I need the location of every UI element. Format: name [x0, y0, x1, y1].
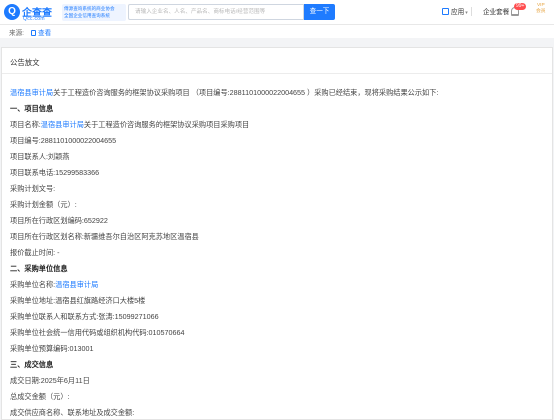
intro-buyer-link[interactable]: 温宿县审计局 [10, 88, 53, 97]
buyer-name-label: 采购单位名称: [10, 280, 56, 289]
project-name-buyer-link[interactable]: 温宿县审计局 [41, 120, 84, 129]
source-label: 来源: [9, 30, 25, 37]
chevron-down-icon: ▾ [465, 10, 468, 16]
logo-subtext: Qcc.com [23, 16, 45, 22]
project-contact: 项目联系人:刘颖燕 [10, 152, 70, 161]
plan-amount: 采购计划金额（元）: [10, 200, 77, 209]
deal-amount: 总成交金额（元）: [10, 392, 70, 401]
intro-line: 温宿县审计局关于工程造价咨询服务的框架协议采购项目 （项目编号:28811010… [10, 88, 438, 98]
app-grid-icon [442, 8, 449, 15]
buyer-credit-code: 采购单位社会统一信用代码或组织机构代码:010570664 [10, 328, 185, 337]
buyer-address: 采购单位地址:温宿县红旗路经济口大楼5楼 [10, 296, 146, 305]
section-buyer-info: 二、采购单位信息 [10, 264, 68, 273]
slogan-banner: 傅源查询系统的商业协会 全国企业信用查询系统 [62, 4, 126, 21]
quote-deadline: 报价截止时间: - [10, 248, 60, 257]
logo-mark-icon: Q [4, 4, 20, 20]
nav-divider [471, 7, 472, 16]
region-code: 项目所在行政区划编码:652922 [10, 216, 108, 225]
source-view-link[interactable]: 查看 [31, 27, 51, 37]
notification-badge: 99+ [514, 3, 527, 10]
intro-text: 关于工程造价咨询服务的框架协议采购项目 （项目编号:28811010000220… [53, 88, 439, 97]
qcc-logo[interactable]: Q 企查查 Qcc.com [4, 3, 60, 22]
source-view-label: 查看 [38, 30, 52, 37]
source-bar: 来源: 查看 [0, 25, 554, 38]
nav-enterprise-suite[interactable]: 企业套餐 [483, 6, 509, 16]
panel-title: 公告放文 [10, 58, 40, 67]
vip-member-icon[interactable]: VIP 会员 [536, 3, 546, 15]
announcement-panel: 公告放文 温宿县审计局关于工程造价咨询服务的框架协议采购项目 （项目编号:288… [1, 47, 553, 420]
deal-date: 成交日期:2025年6月11日 [10, 376, 90, 385]
search-button[interactable]: 查一下 [304, 4, 335, 20]
document-icon [31, 30, 36, 36]
nav-app-menu[interactable]: 应用▾ [442, 6, 468, 16]
buyer-name-link[interactable]: 温宿县审计局 [55, 280, 98, 289]
plan-document-number: 采购计划文号: [10, 184, 56, 193]
project-name-text: 关于工程造价咨询服务的框架协议采购项目采购项目 [83, 120, 250, 129]
search-input[interactable]: 请输入企业名、人名、产品名、商标电话/经营范围等 [128, 4, 304, 20]
vip-member-label: 会员 [536, 9, 546, 14]
buyer-budget-code: 采购单位预算编码:013001 [10, 344, 94, 353]
buyer-name-line: 采购单位名称:温宿县审计局 [10, 280, 98, 290]
project-phone: 项目联系电话:15299583366 [10, 168, 100, 177]
nav-app-label: 应用 [451, 9, 465, 16]
deal-supplier: 成交供应商名称、联系地址及成交金额: [10, 408, 135, 417]
project-name-line: 项目名称:温宿县审计局关于工程造价咨询服务的框架协议采购项目采购项目 [10, 120, 249, 130]
buyer-contact: 采购单位联系人和联系方式:张涛:15099271066 [10, 312, 159, 321]
slogan-line-2: 全国企业信用查询系统 [64, 13, 110, 18]
section-project-info: 一、项目信息 [10, 104, 54, 113]
region-name: 项目所在行政区划名称:新疆维吾尔自治区阿克苏地区温宿县 [10, 232, 199, 241]
project-name-label: 项目名称: [10, 120, 41, 129]
slogan-line-1: 傅源查询系统的商业协会 [64, 6, 115, 11]
panel-divider [2, 73, 552, 74]
section-deal-info: 三、成交信息 [10, 360, 54, 369]
project-number: 项目编号:2881101000022004655 [10, 136, 117, 145]
top-navigation-bar: Q 企查查 Qcc.com 傅源查询系统的商业协会 全国企业信用查询系统 请输入… [0, 0, 554, 25]
